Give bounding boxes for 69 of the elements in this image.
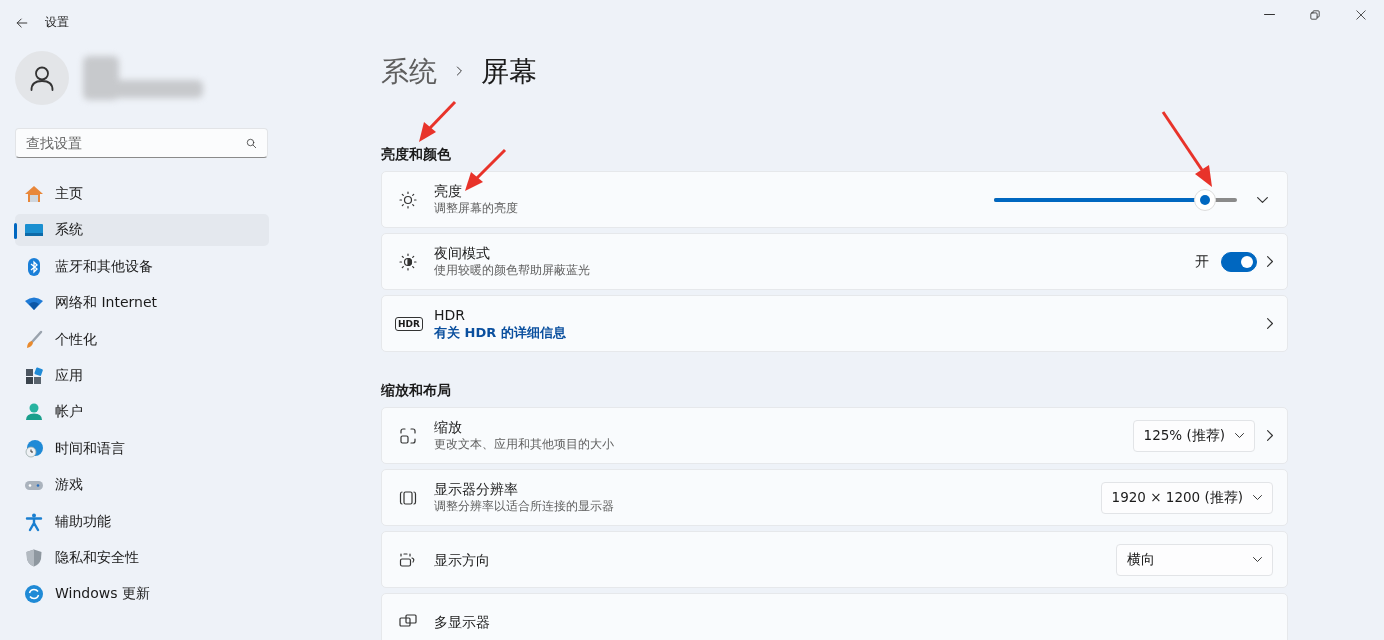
sidebar-item[interactable]: 隐私和安全性	[15, 541, 269, 574]
brightness-slider[interactable]	[994, 188, 1237, 211]
sidebar-item[interactable]: 应用	[15, 359, 269, 392]
page-title: 屏幕	[481, 54, 537, 90]
close-icon	[1354, 7, 1368, 22]
setting-description: 调整分辨率以适合所连接的显示器	[434, 498, 615, 515]
sidebar-item[interactable]: 系统	[15, 214, 269, 247]
dropdown[interactable]: 125% (推荐)	[1132, 419, 1255, 452]
sidebar-item[interactable]: 游戏	[15, 469, 269, 502]
sidebar-item[interactable]: 个性化	[15, 323, 269, 356]
sidebar-item[interactable]: 网络和 Internet	[15, 287, 269, 320]
house-icon	[24, 184, 44, 204]
sun-icon	[398, 189, 418, 210]
person-icon	[24, 402, 44, 423]
slider-thumb[interactable]	[1194, 188, 1217, 211]
search-field[interactable]: 查找设置	[15, 128, 268, 158]
setting-card[interactable]: 多显示器	[381, 593, 1288, 640]
sidebar-item[interactable]: 辅助功能	[15, 505, 269, 538]
minimize-icon	[1263, 13, 1275, 16]
breadcrumb-link[interactable]: 系统	[381, 53, 437, 91]
setting-title: 亮度	[434, 182, 463, 200]
chevron-right-icon	[1267, 430, 1273, 441]
accessibility-icon	[24, 511, 44, 532]
sidebar-item[interactable]: 蓝牙和其他设备	[15, 250, 269, 283]
setting-description: 更改文本、应用和其他项目的大小	[434, 436, 615, 453]
chevron-right-icon	[1267, 318, 1273, 329]
toggle-switch[interactable]	[1221, 251, 1257, 272]
setting-title: 显示器分辨率	[434, 480, 519, 498]
sidebar-item[interactable]: 主页	[15, 178, 269, 210]
setting-title: 显示方向	[434, 550, 491, 569]
setting-card[interactable]: 显示器分辨率 调整分辨率以适合所连接的显示器 1920 × 1200 (推荐)	[381, 469, 1288, 526]
annotation-arrow	[465, 148, 507, 191]
setting-card[interactable]: 夜间模式 使用较暖的颜色帮助屏蔽蓝光 开	[381, 233, 1288, 290]
setting-card[interactable]: 亮度 调整屏幕的亮度	[381, 171, 1288, 228]
sync-icon	[24, 584, 44, 605]
setting-description: 调整屏幕的亮度	[434, 200, 519, 217]
search-icon	[245, 137, 258, 150]
setting-title: 多显示器	[434, 612, 491, 631]
dropdown[interactable]: 横向	[1116, 543, 1273, 576]
chevron-down-icon	[1256, 196, 1268, 203]
chevron-right-icon	[1267, 256, 1273, 267]
shield-icon	[24, 547, 44, 568]
setting-description: 使用较暖的颜色帮助屏蔽蓝光	[434, 262, 591, 279]
section-heading: 亮度和颜色	[381, 146, 452, 164]
window-title: 设置	[45, 14, 69, 31]
setting-card[interactable]: HDR HDR 有关 HDR 的详细信息	[381, 295, 1288, 352]
restore-icon	[1308, 7, 1322, 22]
setting-title: HDR	[434, 305, 467, 324]
sidebar-item[interactable]: 时间和语言	[15, 432, 269, 465]
paintbrush-icon	[24, 329, 44, 350]
details-link[interactable]: 有关 HDR 的详细信息	[434, 323, 566, 342]
caret-down-icon	[1235, 433, 1244, 438]
annotation-arrow	[419, 100, 457, 142]
hdr-icon: HDR	[395, 316, 423, 331]
dropdown[interactable]: 1920 × 1200 (推荐)	[1100, 481, 1273, 514]
caret-down-icon	[1253, 495, 1262, 500]
caret-down-icon	[1253, 557, 1262, 562]
sidebar-item[interactable]: 帐户	[15, 396, 269, 429]
scale-icon	[398, 425, 418, 446]
sidebar-item[interactable]: Windows 更新	[15, 578, 269, 611]
globe-clock-icon	[24, 438, 44, 459]
sun-moon-icon	[398, 251, 418, 272]
setting-card[interactable]: 显示方向 横向	[381, 531, 1288, 588]
setting-title: 缩放	[434, 418, 463, 436]
toggle-state-label: 开	[1195, 252, 1209, 271]
section-heading: 缩放和布局	[381, 382, 452, 400]
setting-title: 夜间模式	[434, 244, 491, 262]
apps-icon	[24, 365, 44, 386]
setting-card[interactable]: 缩放 更改文本、应用和其他项目的大小 125% (推荐)	[381, 407, 1288, 464]
